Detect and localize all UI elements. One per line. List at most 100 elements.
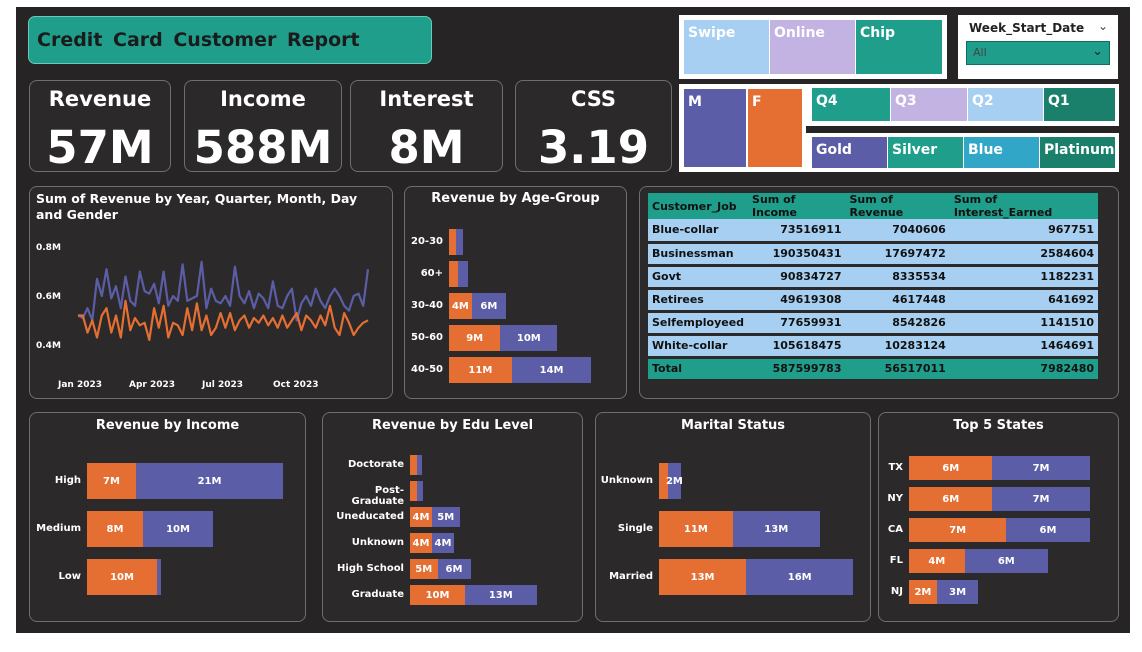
bar-female[interactable]: 10M [410, 585, 465, 605]
report-title: Credit Card Customer Report [28, 16, 432, 64]
bar-male[interactable]: 6M [964, 549, 1048, 573]
slicer-tile-chip[interactable]: Chip [856, 20, 942, 74]
customer-job-table: Customer_Job Sum of Income Sum of Revenu… [639, 186, 1119, 399]
kpi-value: 57M [46, 121, 154, 174]
table-row[interactable]: Businessman 190350431 17697472 2584604 [648, 242, 1098, 267]
bar-male[interactable]: 13M [465, 585, 537, 605]
bar-female[interactable] [410, 481, 418, 501]
bar-male[interactable] [455, 229, 463, 255]
table-cell: 1141510 [949, 311, 1098, 336]
slicer-tile-q1[interactable]: Q1 [1044, 88, 1115, 121]
week-start-date-dropdown[interactable]: All ⌄ [966, 41, 1110, 65]
bar-female[interactable]: 4M [449, 293, 472, 319]
table-cell: Selfemployeed [648, 311, 749, 336]
slicer-tile-q3[interactable]: Q3 [891, 88, 967, 121]
bar-female[interactable]: 4M [410, 533, 432, 553]
bar-male[interactable]: 10M [500, 325, 558, 351]
chevron-down-icon[interactable]: ⌄ [1098, 19, 1108, 33]
bar-male[interactable]: 5M [432, 507, 460, 527]
slicer-tile-gold[interactable]: Gold [812, 137, 887, 168]
revenue-trend-line-chart: Sum of Revenue by Year, Quarter, Month, … [29, 186, 393, 399]
col-header[interactable]: Sum of Interest_Earned [949, 193, 1098, 219]
bar-female[interactable]: 4M [909, 549, 965, 573]
category-label: 60+ [420, 268, 443, 279]
slicer-tile-q4[interactable]: Q4 [812, 88, 890, 121]
bar-male[interactable]: 3M [936, 580, 979, 604]
bar-male[interactable]: 10M [143, 511, 213, 547]
table-cell: 8542826 [845, 311, 950, 336]
category-label: Unknown [600, 475, 653, 486]
bar-female[interactable] [410, 455, 417, 475]
category-label: TX [888, 462, 903, 473]
table-row[interactable]: Retirees 49619308 4617448 641692 [648, 288, 1098, 313]
bar-female[interactable]: 2M [909, 580, 937, 604]
table-row[interactable]: Selfemployeed 77659931 8542826 1141510 [648, 311, 1098, 336]
bar-male[interactable]: 16M [746, 559, 854, 595]
bar-female[interactable]: 5M [410, 559, 438, 579]
bar-male[interactable]: 2M [666, 463, 683, 499]
slicer-tile-platinum[interactable]: Platinum [1040, 137, 1115, 168]
bar-female[interactable]: 13M [659, 559, 747, 595]
bar-female[interactable]: 6M [909, 487, 993, 511]
bar-female[interactable]: 10M [87, 559, 157, 595]
col-header[interactable]: Sum of Revenue [845, 193, 950, 219]
category-label: 30-40 [411, 300, 443, 311]
week-start-date-label: Week_Start_Date [969, 21, 1085, 35]
table-cell: Govt [648, 265, 749, 290]
bar-female[interactable]: 6M [909, 456, 993, 480]
x-tick-label: Oct 2023 [273, 380, 318, 390]
y-tick-label: 0.8M [36, 243, 61, 253]
bar-female[interactable] [449, 229, 456, 255]
col-header[interactable]: Customer_Job [648, 193, 749, 219]
age-bars: 20-30 60+ 30-40 4M 6M 50-60 9M 10M 40-50 11M 14M [405, 187, 626, 398]
bar-female[interactable]: 7M [87, 463, 136, 499]
bar-female[interactable]: 9M [449, 325, 501, 351]
income-bars: High 7M 21M Medium 8M 10M Low 10M [30, 413, 305, 621]
series-line-male[interactable] [77, 260, 370, 322]
slicer-tile-blue[interactable]: Blue [964, 137, 1039, 168]
bar-male[interactable]: 6M [437, 559, 471, 579]
bar-female[interactable]: 11M [449, 357, 512, 383]
slicer-tile-male[interactable]: M [684, 89, 746, 167]
table-row[interactable]: White-collar 105618475 10283124 1464691 [648, 334, 1098, 359]
edu-bars: Doctorate Post-Graduate Uneducated 4M 5M Unkn… [323, 413, 582, 621]
bar-male[interactable]: 7M [992, 456, 1090, 480]
table-row[interactable]: Blue-collar 73516911 7040606 967751 [648, 219, 1098, 244]
bar-male[interactable]: 7M [992, 487, 1090, 511]
bar-male[interactable]: 4M [432, 533, 454, 553]
category-label: Post-Graduate [351, 485, 404, 507]
category-label: NY [887, 493, 903, 504]
bar-male[interactable] [457, 261, 468, 287]
jobs-table: Customer_Job Sum of Income Sum of Revenu… [648, 193, 1098, 382]
slicer-tile-female[interactable]: F [748, 89, 802, 167]
table-cell: 8335534 [845, 265, 950, 290]
bar-male[interactable] [157, 559, 162, 595]
col-header[interactable]: Sum of Income [748, 193, 846, 219]
bar-female[interactable] [449, 261, 458, 287]
table-row[interactable]: Govt 90834727 8335534 1182231 [648, 265, 1098, 290]
bar-male[interactable]: 6M [1006, 518, 1090, 542]
slicer-tile-q2[interactable]: Q2 [968, 88, 1043, 121]
bar-male[interactable]: 6M [471, 293, 506, 319]
bar-female[interactable]: 8M [87, 511, 143, 547]
bar-male[interactable]: 21M [136, 463, 283, 499]
bar-female[interactable]: 11M [659, 511, 733, 547]
bar-male[interactable]: 13M [732, 511, 820, 547]
bar-female[interactable]: 4M [410, 507, 432, 527]
x-tick-label: Jul 2023 [201, 380, 243, 390]
slicer-tile-swipe[interactable]: Swipe [684, 20, 769, 74]
bar-male[interactable] [417, 481, 423, 501]
slicer-tile-online[interactable]: Online [770, 20, 855, 74]
table-total-cell: 7982480 [949, 357, 1098, 382]
bar-male[interactable] [416, 455, 423, 475]
category-label: Medium [36, 523, 81, 534]
bar-male[interactable]: 14M [511, 357, 592, 383]
slicer-tile-silver[interactable]: Silver [888, 137, 963, 168]
kpi-value: 8M [388, 121, 465, 174]
table-cell: 17697472 [845, 242, 950, 267]
revenue-by-age-chart: Revenue by Age-Group 20-30 60+ 30-40 4M 6M 50… [404, 186, 627, 399]
kpi-label: Interest [379, 87, 474, 111]
bar-female[interactable]: 7M [909, 518, 1007, 542]
table-cell: 190350431 [748, 242, 846, 267]
category-label: Single [617, 523, 653, 534]
